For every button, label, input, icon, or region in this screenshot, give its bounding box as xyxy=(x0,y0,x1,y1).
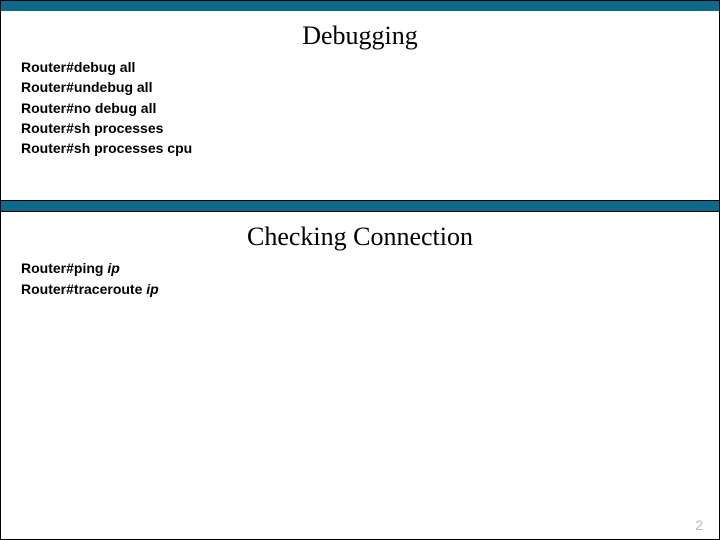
cmd: ping xyxy=(74,260,107,276)
command-line: Router#debug all xyxy=(21,57,699,77)
prompt: Router# xyxy=(21,120,74,136)
cmd: undebug all xyxy=(74,79,153,95)
command-line: Router#sh processes xyxy=(21,118,699,138)
command-line: Router#undebug all xyxy=(21,77,699,97)
prompt: Router# xyxy=(21,260,74,276)
command-line: Router#no debug all xyxy=(21,98,699,118)
cmd: sh processes xyxy=(74,120,164,136)
section-title-checking-connection: Checking Connection xyxy=(1,212,719,258)
page-number: 2 xyxy=(695,517,703,533)
command-list-debugging: Router#debug all Router#undebug all Rout… xyxy=(1,57,719,170)
prompt: Router# xyxy=(21,59,74,75)
prompt: Router# xyxy=(21,281,74,297)
top-accent-bar xyxy=(1,1,719,11)
command-line: Router#sh processes cpu xyxy=(21,138,699,158)
prompt: Router# xyxy=(21,140,74,156)
command-line: Router#traceroute ip xyxy=(21,279,699,299)
cmd: traceroute xyxy=(74,281,146,297)
arg: ip xyxy=(107,260,119,276)
command-list-connection: Router#ping ip Router#traceroute ip xyxy=(1,258,719,311)
cmd: sh processes cpu xyxy=(74,140,192,156)
cmd: no debug all xyxy=(74,100,156,116)
section-title-debugging: Debugging xyxy=(1,11,719,57)
arg: ip xyxy=(146,281,158,297)
divider-bar xyxy=(1,200,719,212)
prompt: Router# xyxy=(21,100,74,116)
command-line: Router#ping ip xyxy=(21,258,699,278)
prompt: Router# xyxy=(21,79,74,95)
cmd: debug all xyxy=(74,59,135,75)
slide: Debugging Router#debug all Router#undebu… xyxy=(0,0,720,540)
section-divider xyxy=(1,200,719,212)
